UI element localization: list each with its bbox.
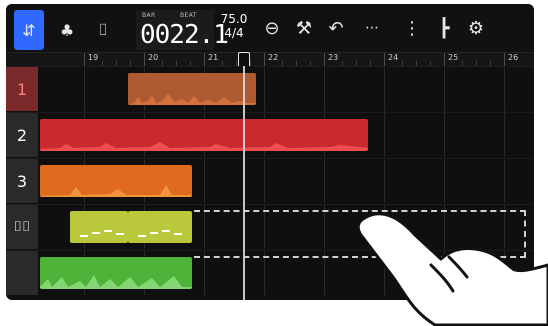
ruler-major-tick — [264, 53, 265, 67]
ruler-major-tick — [444, 53, 445, 67]
time-signature: 4/4 — [224, 26, 244, 40]
metronome-icon[interactable]: ┣ — [432, 16, 456, 40]
track-label[interactable] — [6, 251, 38, 295]
waveform-view-icon[interactable]: ⇵ — [14, 10, 44, 50]
ruler-number: 23 — [328, 53, 339, 62]
mixer-icon[interactable]: ♣ — [52, 10, 82, 50]
grid-line — [504, 67, 505, 111]
beat-label: BEAT — [180, 12, 197, 19]
midi-region[interactable] — [70, 211, 128, 243]
midi-region[interactable] — [128, 211, 192, 243]
audio-region[interactable] — [40, 257, 192, 289]
midi-notes — [80, 230, 124, 237]
ruler-major-tick — [144, 53, 145, 67]
grid-line — [384, 67, 385, 111]
grid-line — [384, 159, 385, 203]
grid-line — [264, 67, 265, 111]
audio-region[interactable] — [40, 119, 368, 151]
grid-line — [384, 113, 385, 157]
ruler-number: 21 — [208, 53, 219, 62]
grid-line — [504, 113, 505, 157]
overdub-icon[interactable]: ⊖ — [260, 16, 284, 40]
finger-gesture-icon — [356, 212, 548, 326]
waveform — [128, 93, 256, 105]
track-label[interactable]: 2 — [6, 113, 38, 157]
toolbar: ⇵ ♣ ⌷ BAR BEAT 0022.1 75.0 4/4 ⊖ ⚒ ↶ ⋯ ⋮… — [6, 4, 534, 56]
grid-line — [444, 113, 445, 157]
track-3[interactable]: 3 — [6, 158, 534, 203]
playhead-line — [243, 66, 245, 300]
quantize-icon[interactable]: ⋯ — [360, 16, 384, 40]
ruler-major-tick — [324, 53, 325, 67]
undo-icon[interactable]: ↶ — [324, 16, 348, 40]
grid-line — [204, 159, 205, 203]
grid-line — [444, 67, 445, 111]
grid-line — [324, 67, 325, 111]
levels-icon[interactable]: ⋮ — [400, 16, 424, 40]
tempo-bpm: 75.0 — [220, 12, 248, 26]
ruler-number: 22 — [268, 53, 279, 62]
position-counter[interactable]: BAR BEAT 0022.1 — [136, 10, 229, 50]
counter-value: 0022.1 — [140, 20, 229, 50]
hammer-icon[interactable]: ⚒ — [292, 16, 316, 40]
audio-region[interactable] — [40, 165, 192, 197]
midi-notes — [138, 230, 182, 237]
piano-track-icon[interactable]: ⌷⌷ — [6, 205, 38, 249]
ruler-major-tick — [204, 53, 205, 67]
ruler-major-tick — [504, 53, 505, 67]
ruler-number: 19 — [88, 53, 99, 62]
bar-label: BAR — [142, 12, 156, 19]
ruler-major-tick — [84, 53, 85, 67]
ruler-major-tick — [384, 53, 385, 67]
grid-line — [84, 67, 85, 111]
audio-region[interactable] — [128, 73, 256, 105]
ruler-number: 20 — [148, 53, 159, 62]
track-label[interactable]: 1 — [6, 67, 38, 111]
settings-icon[interactable]: ⚙ — [464, 16, 488, 40]
grid-line — [504, 159, 505, 203]
piano-roll-icon[interactable]: ⌷ — [88, 10, 118, 50]
ruler-number: 24 — [388, 53, 399, 62]
ruler-number: 26 — [508, 53, 519, 62]
track-grid — [38, 67, 534, 111]
waveform — [40, 185, 192, 197]
waveform — [40, 275, 192, 289]
track-2[interactable]: 2 — [6, 112, 534, 157]
tempo-display[interactable]: 75.0 4/4 — [216, 12, 252, 48]
waveform — [40, 142, 368, 151]
grid-line — [324, 159, 325, 203]
track-1[interactable]: 1 — [6, 66, 534, 111]
grid-line — [264, 159, 265, 203]
grid-line — [444, 159, 445, 203]
ruler-number: 25 — [448, 53, 459, 62]
track-label[interactable]: 3 — [6, 159, 38, 203]
